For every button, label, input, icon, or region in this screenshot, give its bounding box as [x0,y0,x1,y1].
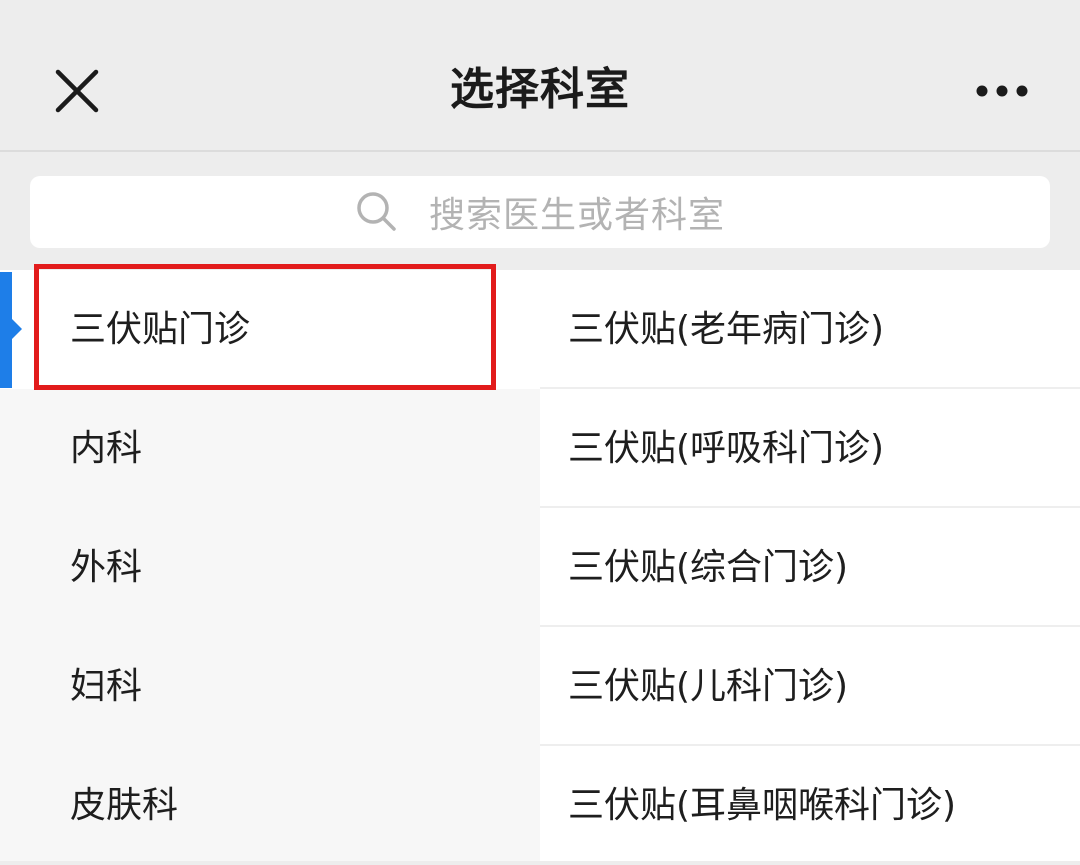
sub-department-list: 三伏贴(老年病门诊) 三伏贴(呼吸科门诊) 三伏贴(综合门诊) 三伏贴(儿科门诊… [540,270,1080,861]
department-item-label: 妇科 [70,666,143,707]
more-horizontal-icon [976,85,1028,97]
department-item-label: 三伏贴门诊 [70,309,251,350]
department-item-surgery[interactable]: 外科 [0,508,540,627]
search-icon [357,192,396,231]
search-placeholder: 搜索医生或者科室 [428,195,725,236]
sub-department-label: 三伏贴(综合门诊) [568,547,849,588]
active-indicator [0,272,12,388]
more-button[interactable] [970,76,1034,106]
department-item-label: 外科 [70,547,143,588]
department-item-gynecology[interactable]: 妇科 [0,627,540,746]
department-item-internal[interactable]: 内科 [0,389,540,508]
sub-department-item[interactable]: 三伏贴(儿科门诊) [540,627,1080,746]
sub-department-label: 三伏贴(呼吸科门诊) [568,428,885,469]
sub-department-label: 三伏贴(儿科门诊) [568,666,849,707]
department-item-label: 皮肤科 [70,785,179,826]
search-bar: 搜索医生或者科室 [0,152,1080,270]
department-picker: 三伏贴门诊 内科 外科 妇科 皮肤科 三伏贴(老年病门诊) 三伏贴(呼吸科门诊)… [0,270,1080,861]
sub-department-item[interactable]: 三伏贴(老年病门诊) [540,270,1080,389]
department-item-label: 内科 [70,428,143,469]
sub-department-item[interactable]: 三伏贴(耳鼻咽喉科门诊) [540,746,1080,865]
sub-department-item[interactable]: 三伏贴(呼吸科门诊) [540,389,1080,508]
search-input[interactable]: 搜索医生或者科室 [30,176,1050,248]
department-list: 三伏贴门诊 内科 外科 妇科 皮肤科 [0,270,540,861]
page-title: 选择科室 [450,64,630,115]
sub-department-label: 三伏贴(老年病门诊) [568,309,885,350]
department-item-sanfutie[interactable]: 三伏贴门诊 [0,270,540,389]
nav-bar: 选择科室 [0,0,1080,152]
active-indicator-arrow [12,319,22,339]
sub-department-label: 三伏贴(耳鼻咽喉科门诊) [568,785,957,826]
sub-department-item[interactable]: 三伏贴(综合门诊) [540,508,1080,627]
department-item-dermatology[interactable]: 皮肤科 [0,746,540,865]
